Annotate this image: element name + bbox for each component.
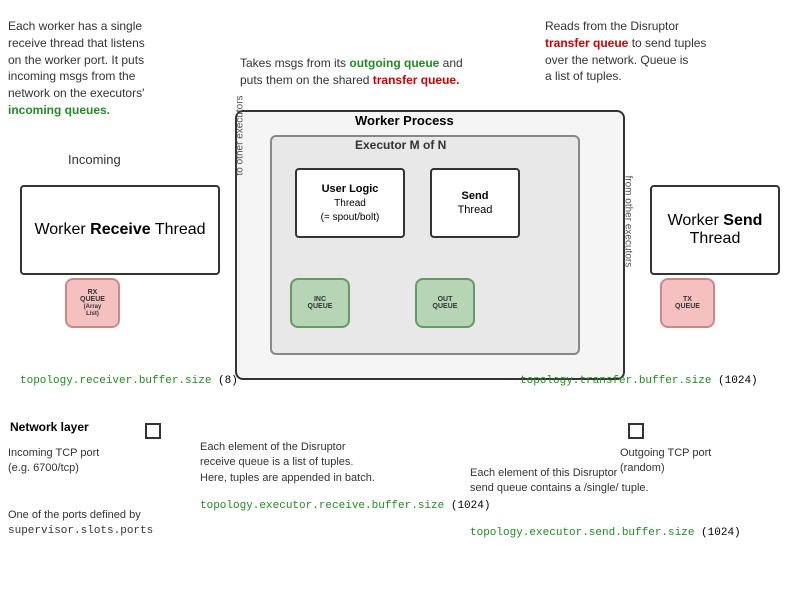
transfer-buffer-text: topology.transfer.buffer.size — [520, 375, 711, 387]
to-other-executors-label: to other executors — [235, 95, 246, 175]
top-middle-annotation: Takes msgs from its outgoing queue and p… — [240, 55, 540, 89]
rx-queue-label: RXQUEUE(ArrayList) — [80, 289, 105, 317]
network-layer-text: Network layer — [10, 420, 89, 434]
send-thread-box: Send Thread — [430, 168, 520, 238]
receiver-buffer-text: topology.receiver.buffer.size — [20, 375, 211, 387]
incoming-queues-text: incoming queues. — [8, 103, 110, 117]
executor-receive-text: topology.executor.receive.buffer.size — [200, 500, 444, 512]
worker-receive-text: Worker Receive Thread — [34, 221, 205, 239]
transfer-queue-right-text: transfer queue — [545, 36, 628, 50]
receiver-buffer-size: topology.receiver.buffer.size (8) — [20, 375, 238, 387]
top-right-annotation: Reads from the Disruptor transfer queue … — [545, 18, 785, 85]
executor-title-text: Executor M of N — [355, 138, 446, 152]
inc-queue-cylinder: INCQUEUE — [290, 278, 350, 328]
executor-send-text: topology.executor.send.buffer.size — [470, 527, 694, 539]
network-square-right — [628, 423, 644, 439]
transfer-buffer-size: topology.transfer.buffer.size (1024) — [520, 375, 758, 387]
user-logic-title: User Logic — [322, 183, 379, 195]
disruptor-send-note: Each element of this Disruptor send queu… — [470, 466, 770, 497]
send-thread-sub: Thread — [458, 204, 493, 216]
diagram-page: Worker Process Executor M of N User Logi… — [0, 0, 792, 591]
executor-title: Executor M of N — [355, 138, 446, 152]
supervisor-slots-text: supervisor.slots.ports — [8, 525, 153, 537]
tx-queue-label: TXQUEUE — [675, 296, 700, 310]
out-queue-label: OUTQUEUE — [433, 296, 458, 310]
tx-queue-cylinder: TXQUEUE — [660, 278, 715, 328]
outgoing-queue-text: outgoing queue — [349, 56, 439, 70]
rx-queue-cylinder: RXQUEUE(ArrayList) — [65, 278, 120, 328]
send-thread-text: Send Thread — [458, 189, 493, 218]
executor-send-buffer: topology.executor.send.buffer.size (1024… — [470, 527, 741, 539]
from-other-executors-label: from other executors — [623, 176, 634, 268]
user-logic-sub: Thread(= spout/bolt) — [321, 198, 380, 223]
send-thread-title: Send — [462, 190, 489, 202]
incoming-label: Incoming — [68, 152, 121, 167]
user-logic-text: User Logic Thread(= spout/bolt) — [321, 182, 380, 225]
out-queue-cylinder: OUTQUEUE — [415, 278, 475, 328]
disruptor-receive-note: Each element of the Disruptor receive qu… — [200, 440, 450, 486]
transfer-queue-text: transfer queue. — [373, 73, 460, 87]
incoming-tcp-label: Incoming TCP port(e.g. 6700/tcp) — [8, 446, 99, 477]
top-left-annotation: Each worker has a single receive thread … — [8, 18, 228, 119]
worker-receive-box: Worker Receive Thread — [20, 185, 220, 275]
executor-receive-buffer: topology.executor.receive.buffer.size (1… — [200, 500, 490, 512]
worker-process-title: Worker Process — [355, 113, 454, 128]
worker-send-text: Worker Send Thread — [652, 212, 778, 248]
supervisor-note: One of the ports defined by supervisor.s… — [8, 508, 153, 540]
network-layer-label: Network layer — [10, 420, 89, 434]
inc-queue-label: INCQUEUE — [308, 296, 333, 310]
user-logic-box: User Logic Thread(= spout/bolt) — [295, 168, 405, 238]
network-square-left — [145, 423, 161, 439]
incoming-tcp-text: Incoming TCP port(e.g. 6700/tcp) — [8, 447, 99, 474]
worker-send-box: Worker Send Thread — [650, 185, 780, 275]
